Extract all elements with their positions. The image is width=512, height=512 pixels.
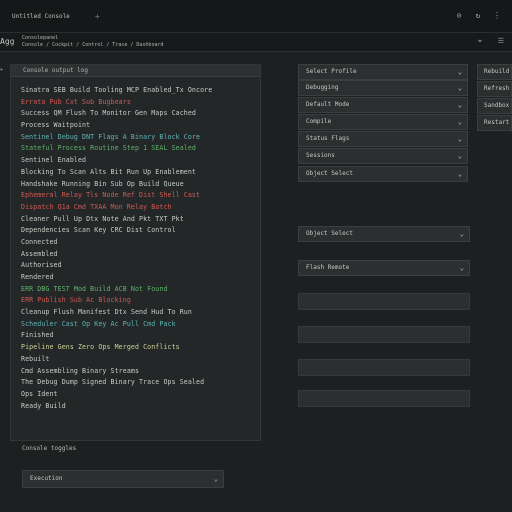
right-select-value: Object Select: [306, 170, 353, 177]
console-line: Finished: [21, 331, 54, 340]
side-button[interactable]: Refresh: [477, 81, 512, 97]
shield-icon[interactable]: ⊙: [454, 10, 464, 22]
menu-icon[interactable]: ☰: [498, 37, 504, 45]
chevron-down-icon: ⌄: [457, 101, 462, 109]
console-line: Scheduler Cast Op Key Ac Pull Cmd Pack: [21, 319, 176, 328]
console-line: Dispatch Q1a Cmd TXAA Mon Relay Batch: [21, 202, 172, 211]
title-bar: Untitled Console + ⊙ ↻ ⋮: [0, 0, 512, 33]
chevron-down-icon: ⌄: [213, 475, 218, 483]
console-line: Connected: [21, 237, 58, 246]
console-line: Handshake Running Bin Sub Op Build Queue: [21, 179, 184, 188]
right-select[interactable]: Object Select ⌄: [298, 166, 468, 182]
side-button[interactable]: Restart: [477, 115, 512, 131]
side-button[interactable]: Rebuild: [477, 64, 512, 80]
right-select-value: Default Mode: [306, 101, 350, 108]
execution-select[interactable]: Execution ⌄: [22, 470, 224, 488]
console-panel: Console output log Sinatra SEB Build Too…: [10, 64, 261, 441]
chevron-down-icon: ⌄: [459, 264, 464, 272]
object-select-value: Object Select: [306, 230, 353, 237]
console-line: Sinatra SEB Build Tooling MCP Enabled_Tx…: [21, 86, 213, 94]
console-line: Blocking To Scan Alts Bit Run Up Enablem…: [21, 167, 196, 176]
right-select[interactable]: Default Mode ⌄: [298, 97, 468, 113]
address-bar: Agg Consolepanel Console / Cockpit / Con…: [0, 33, 512, 52]
console-line: Errata Pub Cxt Sub Bugbears: [21, 97, 131, 106]
back-button[interactable]: Agg: [0, 37, 14, 46]
blank-input-1[interactable]: [298, 293, 470, 310]
titlebar-icons: ⊙ ↻ ⋮: [454, 10, 502, 22]
console-line: Rendered: [21, 273, 54, 281]
console-line: Authorised: [21, 261, 62, 270]
console-line: Dependencies Scan Key CRC Dist Control: [21, 226, 176, 235]
blank-input-3[interactable]: [298, 359, 470, 376]
console-line: Process Waitpoint: [21, 121, 91, 130]
chevron-down-icon: ⌄: [457, 135, 462, 143]
console-log[interactable]: Sinatra SEB Build Tooling MCP Enabled_Tx…: [11, 77, 260, 412]
flash-remote-select-value: Flash Remote: [306, 264, 350, 271]
console-line: Sentinel Enabled: [21, 156, 87, 165]
gutter-marker-icon: ▸: [0, 66, 4, 73]
right-select[interactable]: Status Flags ⌄: [298, 131, 468, 147]
console-line: Sentinel Debug DNT Flags A Binary Block …: [21, 132, 201, 141]
object-select[interactable]: Object Select ⌄: [298, 226, 470, 242]
new-tab-icon[interactable]: +: [95, 11, 100, 23]
console-line: Cleanup Flush Manifest Dtx Send Hud To R…: [21, 308, 192, 317]
console-toggles-label: Console toggles: [22, 445, 77, 452]
chevron-down-icon: ⌄: [457, 84, 462, 92]
console-line: Ephemeral Relay Tls Node Ref Dist Shell …: [21, 191, 201, 200]
console-line: Ready Build: [21, 401, 66, 410]
flash-remote-select[interactable]: Flash Remote ⌄: [298, 260, 470, 276]
chevron-down-icon: ⌄: [459, 230, 464, 238]
side-button[interactable]: Sandbox: [477, 98, 512, 114]
right-select-value: Select Profile: [306, 68, 357, 75]
console-line: The Debug Dump Signed Binary Trace Ops S…: [21, 378, 205, 387]
console-line: Stateful Process Routine Step 1 SEAL Sea…: [21, 144, 196, 153]
breadcrumb-line2[interactable]: Console / Cockpit / Control / Trace / Da…: [22, 42, 163, 49]
right-select[interactable]: Debugging ⌄: [298, 80, 468, 96]
right-select[interactable]: Sessions ⌄: [298, 148, 468, 164]
console-line: Assembled: [21, 249, 58, 258]
tab-active[interactable]: Untitled Console: [12, 11, 70, 23]
console-line: Ops Ident: [21, 389, 58, 398]
right-select-value: Status Flags: [306, 135, 350, 142]
console-line: Rebuilt: [21, 354, 50, 363]
chevron-down-icon: ⌄: [457, 118, 462, 126]
right-select-value: Sessions: [306, 152, 335, 159]
breadcrumb-line1: Consolepanel: [22, 35, 59, 41]
settings-icon[interactable]: ⋮: [492, 10, 502, 22]
pin-icon[interactable]: ⌖: [478, 37, 482, 46]
breadcrumb: Consolepanel Console / Cockpit / Control…: [22, 35, 163, 49]
right-select[interactable]: Select Profile ⌄: [298, 64, 468, 80]
right-select-value: Compile: [306, 118, 332, 125]
blank-input-4[interactable]: [298, 390, 470, 407]
cloud-sync-icon[interactable]: ↻: [473, 10, 483, 22]
blank-input-2[interactable]: [298, 326, 470, 343]
console-line: ERR Publish Sub Ac Blocking: [21, 296, 131, 305]
console-line: ERR DBG TEST Mod Build ACB Not Found: [21, 284, 168, 293]
console-line: Pipeline Gens Zero Ops Merged Conflicts: [21, 343, 180, 352]
right-select[interactable]: Compile ⌄: [298, 114, 468, 130]
console-line: Success QM Flush To Monitor Gen Maps Cac…: [21, 109, 196, 118]
console-header: Console output log: [11, 65, 260, 77]
console-line: Cmd Assembling Binary Streams: [21, 366, 140, 375]
chevron-down-icon: ⌄: [457, 152, 462, 160]
chevron-down-icon: ⌄: [457, 170, 462, 178]
right-select-value: Debugging: [306, 84, 339, 91]
console-line: Cleaner Pull Up Dtx Note And Pkt TXT Pkt: [21, 214, 184, 223]
execution-select-value: Execution: [30, 475, 63, 482]
chevron-down-icon: ⌄: [457, 68, 462, 76]
